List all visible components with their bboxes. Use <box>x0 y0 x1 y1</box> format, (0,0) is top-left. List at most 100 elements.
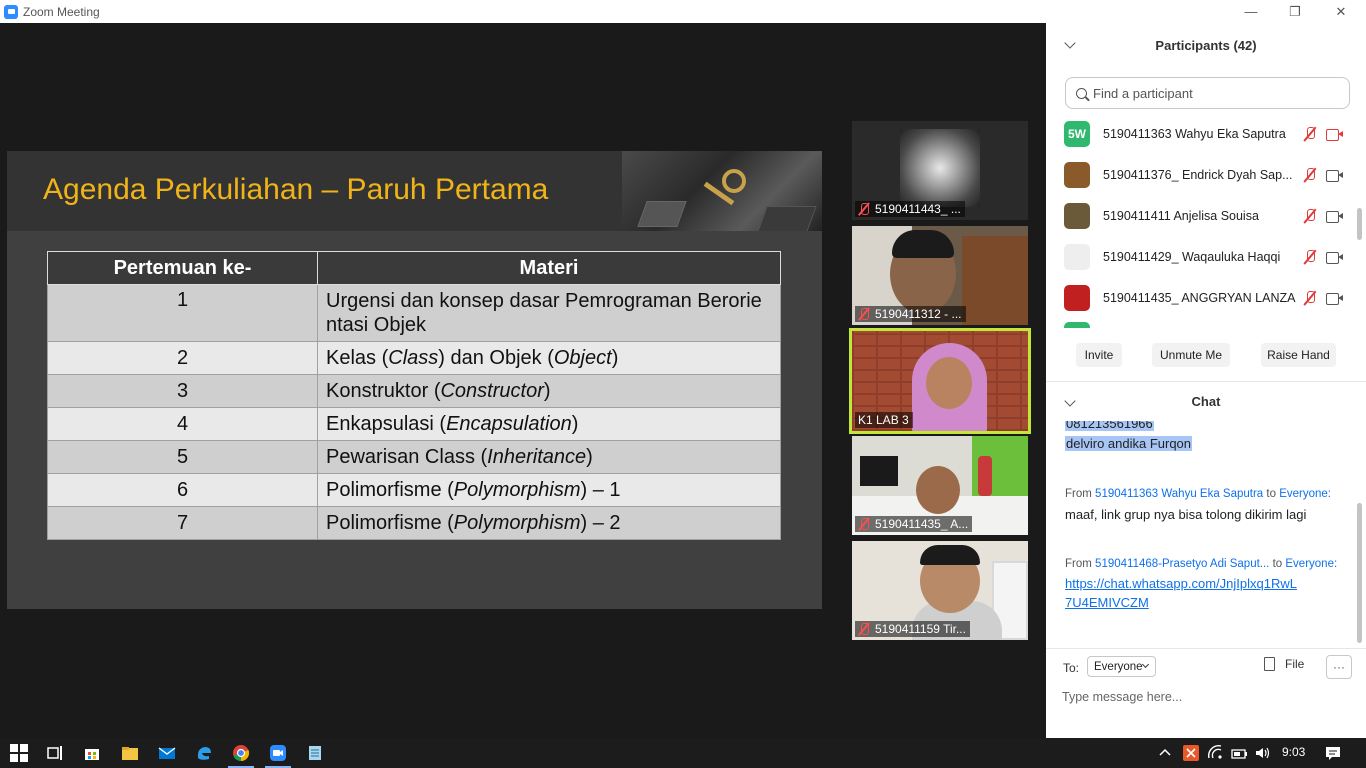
video-off-icon[interactable] <box>1326 128 1343 141</box>
avatar <box>1064 284 1090 311</box>
video-label: 5190411312 - ... <box>855 306 966 322</box>
show-hidden-icons-icon[interactable] <box>1158 744 1176 762</box>
clock[interactable]: 9:03 <box>1282 745 1305 759</box>
column-header: Pertemuan ke- <box>47 251 318 285</box>
raise-hand-button[interactable]: Raise Hand <box>1261 343 1336 367</box>
chat-recipient[interactable]: Everyone: <box>1285 558 1337 570</box>
chat-message-meta: From 5190411468-Prasetyo Adi Saput... to… <box>1065 558 1338 570</box>
video-icon[interactable] <box>1326 169 1343 182</box>
zoom-taskbar-icon[interactable] <box>269 744 287 762</box>
minimize-button[interactable]: — <box>1228 0 1274 23</box>
invite-button[interactable]: Invite <box>1076 343 1122 367</box>
chat-sender[interactable]: 5190411468-Prasetyo Adi Saput... <box>1095 558 1269 570</box>
side-panel: Participants (42) 5W 5190411363 Wahyu Ek… <box>1046 23 1366 738</box>
restore-button[interactable]: ❐ <box>1272 0 1318 23</box>
chat-messages: 081213561966 delviro andika Furqon From … <box>1046 421 1356 643</box>
participant-list: 5W 5190411363 Wahyu Eka Saputra 51904113… <box>1046 113 1356 328</box>
row-number: 5 <box>47 440 318 474</box>
mail-icon[interactable] <box>158 744 176 762</box>
volume-icon[interactable] <box>1254 744 1272 762</box>
video-tile-active-speaker[interactable]: K1 LAB 3 <box>849 328 1031 434</box>
participant-row[interactable]: 5190411435_ ANGGRYAN LANZA <box>1046 277 1356 318</box>
video-tile[interactable]: 5190411159 Tir... <box>852 541 1028 640</box>
chevron-down-icon <box>1141 660 1150 669</box>
mic-muted-icon[interactable] <box>1303 208 1317 224</box>
task-view-icon[interactable] <box>46 744 64 762</box>
chat-header: Chat <box>1046 381 1366 421</box>
participant-row[interactable]: 5190411376_ Endrick Dyah Sap... <box>1046 154 1356 195</box>
file-explorer-icon[interactable] <box>121 744 139 762</box>
row-number: 3 <box>47 374 318 408</box>
row-materi: Polimorfisme (Polymorphism) – 2 <box>317 506 781 540</box>
video-icon[interactable] <box>1326 251 1343 264</box>
participant-search-input[interactable] <box>1093 85 1333 101</box>
app-tray-icon[interactable] <box>1182 744 1200 762</box>
participant-row[interactable]: 5190411411 Anjelisa Souisa <box>1046 195 1356 236</box>
mic-muted-icon[interactable] <box>1303 290 1317 306</box>
wifi-icon[interactable] <box>1207 744 1225 762</box>
edge-icon[interactable] <box>195 744 213 762</box>
store-icon[interactable] <box>83 744 101 762</box>
video-tile[interactable]: 5190411312 - ... <box>852 226 1028 325</box>
avatar <box>1064 161 1090 188</box>
chat-message-text: maaf, link grup nya bisa tolong dikirim … <box>1065 507 1307 522</box>
windows-start-icon[interactable] <box>10 744 28 762</box>
row-materi: Kelas (Class) dan Objek (Object) <box>317 341 781 375</box>
row-materi: Polimorfisme (Polymorphism) – 1 <box>317 473 781 507</box>
notepad-icon[interactable] <box>306 744 324 762</box>
recipient-dropdown[interactable]: Everyone <box>1087 656 1156 677</box>
chat-sender[interactable]: 5190411363 Wahyu Eka Saputra <box>1095 488 1263 500</box>
collapse-chevron-icon[interactable] <box>1064 37 1076 49</box>
chrome-icon[interactable] <box>232 744 250 762</box>
chat-link[interactable]: https://chat.whatsapp.com/JnjIplxq1RwL 7… <box>1065 576 1297 610</box>
row-materi: Pewarisan Class (Inheritance) <box>317 440 781 474</box>
video-label: 5190411435_ A... <box>855 516 973 532</box>
collapse-chevron-icon[interactable] <box>1064 395 1076 407</box>
chat-text-selected: delviro andika Furqon <box>1065 436 1193 451</box>
chat-message-meta: From 5190411363 Wahyu Eka Saputra to Eve… <box>1065 488 1331 500</box>
row-number: 7 <box>47 506 318 540</box>
table-row: 2 Kelas (Class) dan Objek (Object) <box>47 341 781 375</box>
unmute-me-button[interactable]: Unmute Me <box>1152 343 1230 367</box>
battery-icon[interactable] <box>1230 744 1248 762</box>
search-icon <box>1076 87 1087 99</box>
window-title: Zoom Meeting <box>23 4 100 19</box>
avatar <box>1064 243 1090 270</box>
video-tile[interactable]: 5190411435_ A... <box>852 436 1028 535</box>
chat-recipient[interactable]: Everyone: <box>1279 488 1331 500</box>
avatar <box>1064 322 1090 328</box>
row-number: 4 <box>47 407 318 441</box>
mic-muted-icon[interactable] <box>1303 167 1317 183</box>
participant-search-box[interactable] <box>1065 77 1350 109</box>
slide-header: Agenda Perkuliahan – Paruh Pertama <box>7 151 822 231</box>
mic-muted-icon[interactable] <box>1303 249 1317 265</box>
shared-slide: Agenda Perkuliahan – Paruh Pertama Perte… <box>7 151 822 609</box>
video-icon[interactable] <box>1326 292 1343 305</box>
mic-muted-icon[interactable] <box>1303 126 1317 142</box>
row-number: 1 <box>47 284 318 342</box>
file-button[interactable]: File <box>1264 657 1304 671</box>
table-header-row: Pertemuan ke- Materi <box>47 251 781 285</box>
participant-scrollbar[interactable] <box>1357 208 1362 240</box>
video-tile[interactable]: 5190411443_ ... <box>852 121 1028 220</box>
participant-name: 5190411429_ Waqauluka Haqqi <box>1103 249 1281 264</box>
notifications-icon[interactable] <box>1324 744 1342 762</box>
title-bar: Zoom Meeting — ❐ ✕ <box>0 0 1366 23</box>
chat-scrollbar[interactable] <box>1357 503 1362 643</box>
chat-message-input[interactable] <box>1062 686 1347 708</box>
slide-key-image <box>622 151 822 231</box>
participant-row[interactable]: 5190411429_ Waqauluka Haqqi <box>1046 236 1356 277</box>
chat-composer: To: Everyone File ··· <box>1046 648 1366 738</box>
video-icon[interactable] <box>1326 210 1343 223</box>
mic-muted-icon <box>858 518 870 530</box>
participants-header: Participants (42) <box>1046 23 1366 68</box>
participant-row[interactable]: 5W 5190411363 Wahyu Eka Saputra <box>1046 113 1356 154</box>
mic-muted-icon <box>858 203 870 215</box>
close-button[interactable]: ✕ <box>1318 0 1364 23</box>
participant-name: 5190411411 Anjelisa Souisa <box>1103 208 1259 223</box>
more-options-button[interactable]: ··· <box>1326 655 1352 679</box>
table-row: 5 Pewarisan Class (Inheritance) <box>47 440 781 474</box>
slide-title: Agenda Perkuliahan – Paruh Pertama <box>43 173 549 206</box>
video-label: 5190411159 Tir... <box>855 621 970 637</box>
column-header: Materi <box>317 251 781 285</box>
